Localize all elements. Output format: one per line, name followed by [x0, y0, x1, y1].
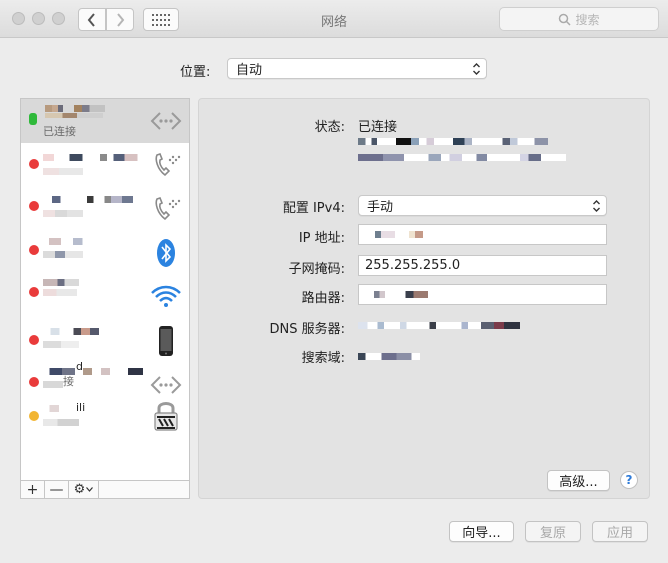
dns-server-label: DNS 服务器:	[269, 322, 346, 337]
configure-ipv4-label: 配置 IPv4:	[282, 201, 345, 216]
service-item[interactable]	[21, 143, 189, 187]
updown-arrows-icon	[473, 63, 480, 75]
status-value: 已连接	[358, 120, 398, 135]
service-status-text: 已连接	[43, 125, 76, 138]
updown-arrows-icon	[593, 200, 600, 212]
service-status-text: 接	[63, 375, 74, 388]
search-domains-label: 搜索域:	[301, 351, 345, 366]
status-dot	[29, 287, 39, 297]
bluetooth-icon	[157, 239, 175, 267]
advanced-button[interactable]: 高级...	[547, 470, 610, 491]
status-dot	[29, 245, 39, 255]
subnet-mask-field[interactable]: 255.255.255.0	[358, 255, 607, 276]
service-item[interactable]	[21, 319, 189, 363]
ethernet-icon	[150, 376, 182, 394]
service-name-fragment: d	[76, 360, 83, 373]
location-value: 自动	[236, 63, 263, 78]
status-dot	[29, 113, 37, 125]
apply-button[interactable]: 应用	[592, 521, 648, 542]
revert-button[interactable]: 复原	[525, 521, 581, 542]
action-menu-button[interactable]: ⚙	[69, 481, 99, 498]
add-service-button[interactable]: +	[21, 481, 45, 498]
blurred-search-domains	[358, 353, 420, 360]
service-item[interactable]: 已连接	[21, 99, 189, 143]
search-placeholder: 搜索	[575, 12, 600, 27]
configure-ipv4-select[interactable]: 手动	[358, 195, 607, 216]
help-button[interactable]: ?	[620, 471, 638, 489]
service-list[interactable]: 已连接 d 接 ili	[20, 98, 190, 480]
assistant-button[interactable]: 向导...	[449, 521, 514, 542]
search-field[interactable]: 搜索	[499, 7, 659, 31]
modem-phone-icon	[155, 197, 181, 221]
blurred-router-value	[365, 291, 455, 298]
configure-ipv4-value: 手动	[367, 200, 394, 215]
router-label: 路由器:	[301, 291, 345, 306]
status-dot	[29, 377, 39, 387]
ip-address-field[interactable]	[358, 224, 607, 245]
gear-icon: ⚙	[73, 482, 86, 497]
status-dot	[29, 335, 39, 345]
ethernet-icon	[150, 112, 182, 130]
service-list-toolbar: + — ⚙	[20, 480, 190, 499]
location-select[interactable]: 自动	[227, 58, 487, 79]
blurred-dns-value	[358, 322, 520, 329]
iphone-icon	[159, 326, 173, 356]
modem-phone-icon	[155, 153, 181, 177]
search-icon	[559, 13, 572, 26]
blurred-name	[45, 105, 105, 112]
service-item[interactable]	[21, 275, 189, 319]
status-dot	[29, 201, 39, 211]
chevron-down-icon	[86, 487, 94, 492]
service-item[interactable]: ili	[21, 399, 189, 443]
blurred-ip-value	[365, 231, 465, 238]
wifi-icon	[151, 285, 181, 307]
vpn-lock-icon	[154, 402, 178, 431]
router-field[interactable]	[358, 284, 607, 305]
status-label: 状态:	[314, 120, 345, 135]
service-item[interactable]	[21, 187, 189, 231]
location-label: 位置:	[180, 65, 211, 80]
status-dot	[29, 159, 39, 169]
blurred-status-detail	[358, 138, 548, 145]
service-name-fragment: ili	[76, 401, 86, 414]
status-dot	[29, 411, 39, 421]
title-bar: 网络 搜索	[0, 0, 668, 38]
service-item[interactable]	[21, 231, 189, 275]
subnet-mask-label: 子网掩码:	[288, 262, 345, 277]
ip-address-label: IP 地址:	[298, 231, 345, 246]
remove-service-button[interactable]: —	[45, 481, 69, 498]
